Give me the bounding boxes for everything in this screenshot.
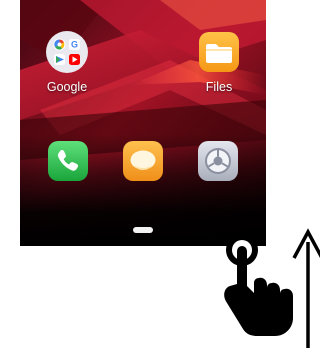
swipe-up-arrow-icon [292, 228, 320, 348]
app-label-files: Files [205, 80, 233, 94]
messages-icon[interactable] [122, 140, 164, 182]
settings-icon[interactable] [197, 140, 239, 182]
files-folder-icon [199, 32, 239, 72]
tap-hand-icon [224, 234, 293, 336]
home-indicator[interactable] [133, 227, 153, 233]
svg-text:G: G [71, 40, 78, 50]
app-google-folder[interactable]: G Google [32, 30, 102, 94]
google-folder-icon: G [46, 31, 88, 73]
app-files[interactable]: Files [184, 30, 254, 94]
gesture-hint [224, 228, 320, 348]
screenshot-canvas: G Google Files [0, 0, 320, 352]
app-label-google: Google [46, 80, 88, 94]
phone-screen: G Google Files [20, 0, 266, 246]
phone-icon[interactable] [47, 140, 89, 182]
